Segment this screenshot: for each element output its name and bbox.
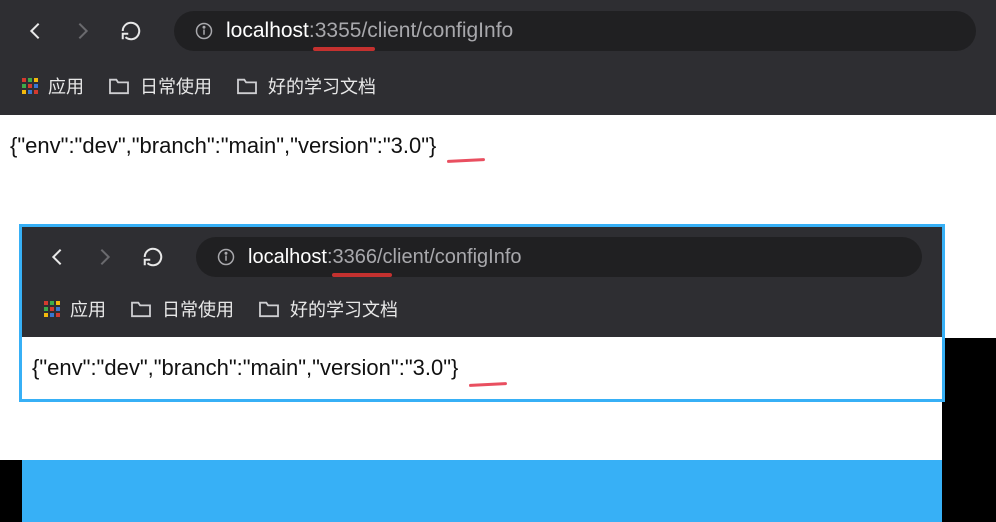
bookmark-folder-2[interactable]: 好的学习文档 (236, 73, 376, 99)
page-body: {"env":"dev","branch":"main","version":"… (0, 115, 996, 177)
annotation-underline-port (313, 47, 375, 51)
url-host: localhost (226, 19, 309, 43)
forward-button[interactable] (68, 16, 98, 46)
url-path: /client/configInfo (377, 246, 522, 269)
annotation-underline-port (332, 273, 392, 277)
apps-icon (22, 78, 38, 94)
bookmark-folder-2-label: 好的学习文档 (268, 73, 376, 99)
folder-icon (108, 77, 130, 95)
bookmark-bar: 应用 日常使用 好的学习文档 (22, 285, 942, 337)
folder-icon (258, 300, 280, 318)
url-bar[interactable]: localhost:3355/client/configInfo (174, 11, 976, 51)
url-host: localhost (248, 246, 327, 269)
apps-button[interactable]: 应用 (44, 296, 106, 322)
url-path: /client/configInfo (361, 19, 513, 43)
decorative-strip (22, 460, 942, 522)
bookmark-folder-1[interactable]: 日常使用 (108, 73, 212, 99)
folder-icon (130, 300, 152, 318)
url-text: localhost:3366/client/configInfo (248, 246, 522, 269)
bookmark-folder-1[interactable]: 日常使用 (130, 296, 234, 322)
bookmark-folder-2-label: 好的学习文档 (290, 296, 398, 322)
apps-label: 应用 (48, 73, 84, 99)
annotation-underline-version (469, 382, 507, 387)
bookmark-folder-1-label: 日常使用 (162, 296, 234, 322)
info-icon (216, 247, 236, 267)
forward-button[interactable] (90, 242, 120, 272)
toolbar: localhost:3355/client/configInfo (0, 0, 996, 60)
annotation-underline-version (447, 158, 485, 163)
bookmark-bar: 应用 日常使用 好的学习文档 (0, 60, 996, 115)
bookmark-folder-2[interactable]: 好的学习文档 (258, 296, 398, 322)
folder-icon (236, 77, 258, 95)
response-body: {"env":"dev","branch":"main","version":"… (10, 133, 436, 159)
decorative-strip (942, 338, 996, 522)
url-port: :3366 (327, 246, 377, 269)
apps-icon (44, 301, 60, 317)
apps-label: 应用 (70, 296, 106, 322)
response-body: {"env":"dev","branch":"main","version":"… (32, 355, 458, 381)
back-button[interactable] (42, 242, 72, 272)
reload-button[interactable] (116, 16, 146, 46)
url-text: localhost:3355/client/configInfo (226, 19, 513, 43)
page-body: {"env":"dev","branch":"main","version":"… (22, 337, 942, 399)
info-icon (194, 21, 214, 41)
browser-window-1: localhost:3355/client/configInfo 应用 日常使用… (0, 0, 996, 177)
url-port: :3355 (309, 19, 362, 43)
bookmark-folder-1-label: 日常使用 (140, 73, 212, 99)
url-bar[interactable]: localhost:3366/client/configInfo (196, 237, 922, 277)
reload-button[interactable] (138, 242, 168, 272)
toolbar: localhost:3366/client/configInfo (22, 227, 942, 285)
browser-window-2: localhost:3366/client/configInfo 应用 日常使用… (22, 227, 942, 399)
back-button[interactable] (20, 16, 50, 46)
apps-button[interactable]: 应用 (22, 73, 84, 99)
decorative-strip (0, 460, 22, 522)
